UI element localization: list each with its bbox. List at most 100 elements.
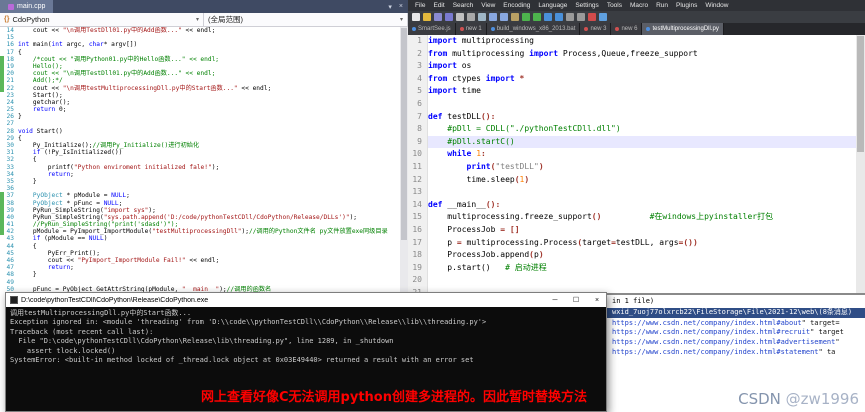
npp-code-line[interactable]: 19 p.start() # 启动进程 (408, 261, 856, 275)
npp-code-line[interactable]: 6 (408, 97, 856, 111)
menu-language[interactable]: Language (534, 2, 571, 9)
menu-search[interactable]: Search (449, 2, 478, 9)
close-button[interactable]: × (588, 297, 606, 304)
replace-icon[interactable] (555, 13, 563, 21)
vs-code-line[interactable]: 25 return 0; (0, 106, 400, 113)
copy-icon[interactable] (500, 13, 508, 21)
vs-code-line[interactable]: 23 Start(); (0, 92, 400, 99)
scrollbar-thumb[interactable] (857, 36, 864, 153)
vs-code-line[interactable]: 45 PyErr_Print(); (0, 250, 400, 257)
npp-code-line[interactable]: 17 p = multiprocessing.Process(target=te… (408, 236, 856, 250)
vs-tab-main-cpp[interactable]: main.cpp (0, 0, 54, 13)
npp-code-line[interactable]: 20 (408, 274, 856, 287)
vs-code-line[interactable]: 24 getchar(); (0, 99, 400, 106)
vs-code-line[interactable]: 14 cout << "\n调用TestDll01.py中的Add函数..." … (0, 27, 400, 34)
vs-code-line[interactable]: 47 return; (0, 264, 400, 271)
vs-code-line[interactable]: 18 /*cout << "调用Python01.py中的Hello函数..."… (0, 55, 400, 63)
vs-code-line[interactable]: 27 (0, 120, 400, 127)
npp-code-line[interactable]: 9 #pDll.startC() (408, 135, 856, 149)
npp-code-line[interactable]: 14 def __main__(): (408, 198, 856, 212)
vs-member-dropdown[interactable]: (全局范围) ▾ (204, 13, 408, 26)
macro-record-icon[interactable] (588, 13, 596, 21)
save-icon[interactable] (434, 13, 442, 21)
npp-code-line[interactable]: 18 ProcessJob.append(p) (408, 249, 856, 262)
vs-code-line[interactable]: 37 PyObject * pModule = NULL; (0, 192, 400, 200)
npp-code-line[interactable]: 3 import os (408, 60, 856, 73)
npp-tab[interactable]: build_windows_x86_2013.bat (486, 23, 581, 35)
menu-run[interactable]: Run (652, 2, 672, 9)
vs-code-line[interactable]: 17 { (0, 49, 400, 56)
vs-code-line[interactable]: 39 PyRun_SimpleString("import sys"); (0, 206, 400, 214)
menu-plugins[interactable]: Plugins (672, 2, 701, 9)
npp-tab[interactable]: new 3 (580, 23, 612, 35)
vs-code-line[interactable]: 15 (0, 34, 400, 41)
npp-tab[interactable]: new 6 (611, 23, 643, 35)
vs-code-line[interactable]: 35 } (0, 178, 400, 185)
menu-tools[interactable]: Tools (603, 2, 626, 9)
menu-window[interactable]: Window (701, 2, 732, 9)
vs-code-line[interactable]: 22 cout << "\n调用testMultiprocessingDll.p… (0, 84, 400, 92)
redo-icon[interactable] (533, 13, 541, 21)
cut-icon[interactable] (489, 13, 497, 21)
npp-code-line[interactable]: 12 time.sleep(1) (408, 173, 856, 187)
vs-code-line[interactable]: 21 Add();*/ (0, 77, 400, 85)
vs-code-line[interactable]: 29 { (0, 135, 400, 142)
print-icon[interactable] (478, 13, 486, 21)
vs-code-line[interactable]: 34 return; (0, 171, 400, 178)
vs-code-line[interactable]: 42 pModule = PyImport_ImportModule("test… (0, 228, 400, 236)
vs-code-line[interactable]: 46 cout << "PyImport_ImportModule Fail!"… (0, 257, 400, 264)
vs-code-line[interactable]: 30 Py_Initialize();//调用Py_Initialize()进行… (0, 142, 400, 149)
maximize-button[interactable]: ☐ (567, 296, 585, 304)
vs-code-line[interactable]: 38 PyObject * pFunc = NULL; (0, 199, 400, 207)
menu-file[interactable]: File (411, 2, 429, 9)
menu-macro[interactable]: Macro (626, 2, 652, 9)
vs-code-line[interactable]: 48 } (0, 271, 400, 278)
vs-code-line[interactable]: 33 printf("Python enviroment initialized… (0, 164, 400, 171)
npp-code-line[interactable]: 11 print("testDLL") (408, 160, 856, 174)
close-icon[interactable] (456, 13, 464, 21)
npp-tab[interactable]: new 1 (455, 23, 487, 35)
vs-code-line[interactable]: 26} (0, 113, 400, 120)
npp-code-line[interactable]: 16 ProcessJob = [] (408, 223, 856, 237)
zoom-in-icon[interactable] (566, 13, 574, 21)
npp-code-line[interactable]: 4 from ctypes import * (408, 72, 856, 86)
zoom-out-icon[interactable] (577, 13, 585, 21)
paste-icon[interactable] (511, 13, 519, 21)
undo-icon[interactable] (522, 13, 530, 21)
vs-code-line[interactable]: 40 PyRun_SimpleString("sys.path.append('… (0, 213, 400, 222)
vs-code-line[interactable]: 49 (0, 279, 400, 286)
npp-editor[interactable]: 1 import multiprocessing 2 from multiproces… (408, 35, 856, 293)
vs-code-line[interactable]: 28 void Start() (0, 128, 400, 135)
npp-tab[interactable]: SmartSee.js (408, 23, 456, 35)
npp-code-line[interactable]: 15 multiprocessing.freeze_support() #在wi… (408, 211, 856, 224)
minimize-button[interactable]: ─ (546, 297, 564, 304)
menu-encoding[interactable]: Encoding (499, 2, 534, 9)
scrollbar-thumb[interactable] (401, 28, 407, 240)
npp-code-line[interactable]: 1 import multiprocessing (408, 35, 856, 48)
find-icon[interactable] (544, 13, 552, 21)
npp-code-line[interactable]: 5 import time (408, 85, 856, 98)
new-file-icon[interactable] (412, 13, 420, 21)
vs-code-line[interactable]: 20 cout << "\n调用TestDll01.py中的Add函数..." … (0, 70, 400, 78)
menu-settings[interactable]: Settings (571, 2, 603, 9)
npp-code-line[interactable]: 2 from multiprocessing import Process,Que… (408, 47, 856, 61)
vs-scope-dropdown[interactable]: {} CdoPython ▾ (0, 13, 204, 26)
chevron-down-icon[interactable]: ▾ (388, 3, 392, 11)
open-file-icon[interactable] (423, 13, 431, 21)
vs-code-line[interactable]: 31 if (!Py_IsInitialized()) (0, 149, 400, 156)
close-all-icon[interactable] (467, 13, 475, 21)
npp-code-line[interactable]: 10 while 1: (408, 148, 856, 161)
npp-code-line[interactable]: 8 #pDll = CDLL("./pythonTestCDll.dll") (408, 123, 856, 136)
macro-play-icon[interactable] (599, 13, 607, 21)
npp-code-line[interactable]: 13 (408, 186, 856, 199)
vs-code-line[interactable]: 32 { (0, 156, 400, 163)
close-icon[interactable]: × (399, 3, 403, 10)
npp-tab[interactable]: testMultiprocessingDll.py (642, 23, 724, 35)
menu-view[interactable]: View (477, 2, 499, 9)
console-titlebar[interactable]: D:\code\pythonTestCDll\CdoPython\Release… (6, 293, 606, 307)
npp-editor-scrollbar[interactable] (856, 35, 865, 293)
menu-edit[interactable]: Edit (429, 2, 448, 9)
vs-code-line[interactable]: 44 { (0, 243, 400, 250)
vs-code-line[interactable]: 36 (0, 185, 400, 192)
save-all-icon[interactable] (445, 13, 453, 21)
